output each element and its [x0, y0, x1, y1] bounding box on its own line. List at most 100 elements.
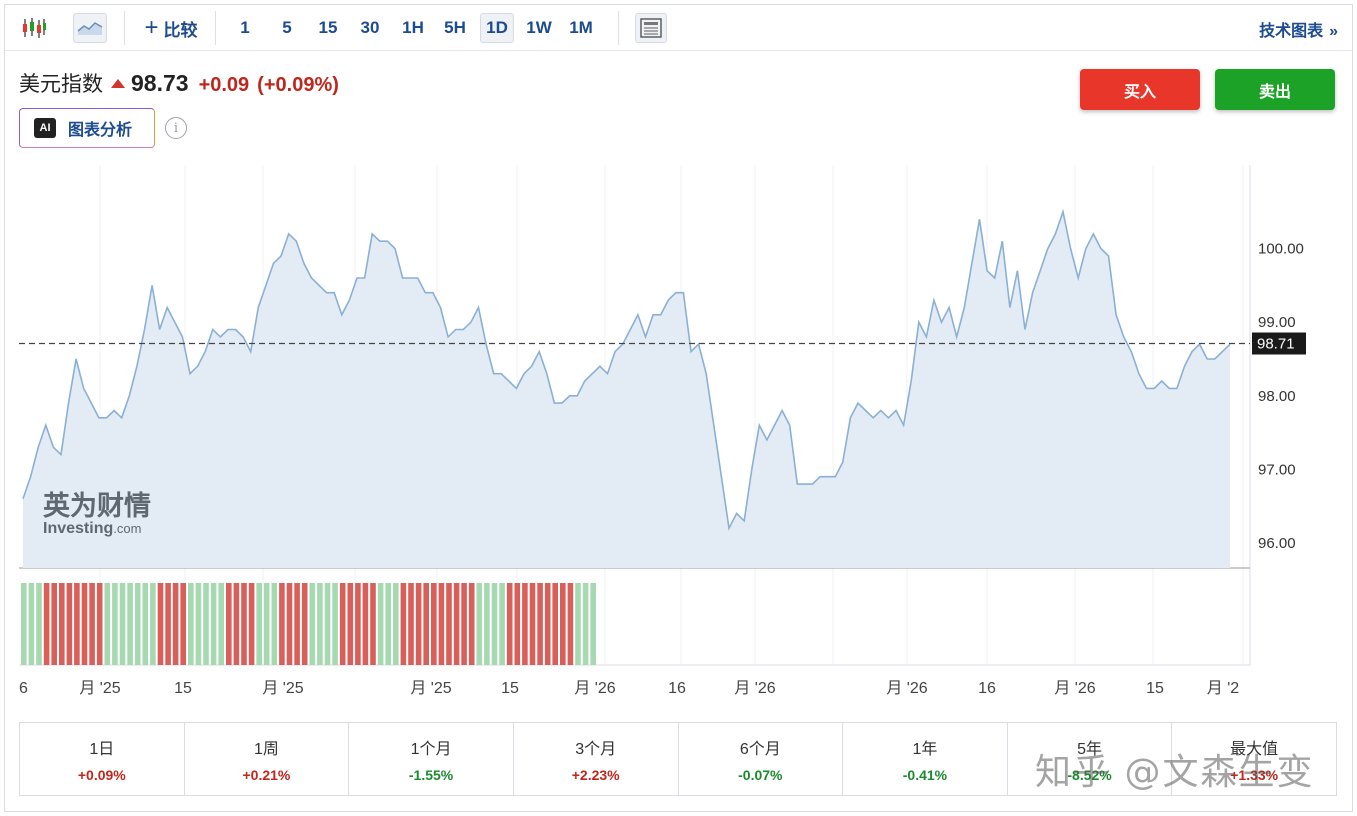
performance-value: +0.09%: [77, 767, 126, 783]
x-tick-label: 15: [174, 680, 192, 697]
performance-cell: 6个月 -0.07%: [679, 723, 844, 795]
candlestick-chart-icon[interactable]: [17, 13, 51, 43]
volume-bar: [180, 583, 186, 665]
x-tick-label: 月 '2: [1207, 680, 1240, 697]
volume-bar: [514, 583, 521, 665]
volume-bar: [415, 583, 422, 665]
performance-period: 6个月: [739, 741, 781, 758]
price-change: +0.09: [198, 74, 250, 96]
toolbar-divider: [215, 11, 216, 45]
compare-label: 比较: [163, 20, 198, 40]
ai-chart-analysis-button[interactable]: AI 图表分析: [19, 108, 155, 148]
performance-cell: 1个月 -1.55%: [349, 723, 514, 795]
x-tick-label: 15: [501, 680, 519, 697]
instrument-name: 美元指数: [19, 73, 103, 96]
news-layout-icon[interactable]: [635, 13, 667, 43]
volume-bar: [324, 583, 331, 665]
volume-bar: [317, 583, 323, 665]
quote-header: 美元指数 98.73 +0.09 (+0.09%): [19, 68, 339, 98]
volume-bar: [165, 583, 171, 665]
volume-bar: [112, 583, 118, 665]
volume-bar: [362, 583, 369, 665]
interval-5h[interactable]: 5H: [439, 13, 471, 43]
volume-bar: [271, 583, 278, 665]
x-tick-label: 16: [668, 680, 686, 697]
volume-bar: [150, 583, 156, 665]
volume-bar: [21, 583, 27, 665]
volume-bar: [332, 583, 338, 665]
interval-1d[interactable]: 1D: [480, 13, 514, 43]
interval-1m[interactable]: 1M: [565, 13, 597, 43]
x-tick-label: 6: [19, 680, 28, 697]
volume-bar: [218, 583, 224, 665]
performance-table: 1日 +0.09% 1周 +0.21% 1个月 -1.55% 3个月 +2.23% 6个月 -0.…: [19, 722, 1337, 796]
ai-chart-analysis-label: 图表分析: [68, 122, 133, 139]
volume-bar: [188, 583, 194, 665]
toolbar: + 比较 1 5 15 30 1H 5H 1D 1W 1M 技术图表 »: [5, 5, 1352, 51]
volume-bar: [248, 583, 255, 665]
volume-bar: [172, 583, 179, 665]
sell-button[interactable]: 卖出: [1215, 69, 1335, 110]
volume-bar: [408, 583, 414, 665]
performance-cell: 1年 -0.41%: [843, 723, 1008, 795]
volume-bar: [203, 583, 209, 665]
volume-bar: [385, 583, 391, 665]
volume-bar: [575, 583, 581, 665]
price-change-percent: (+0.09%): [257, 74, 339, 96]
performance-cell: 5年 -8.52%: [1008, 723, 1173, 795]
volume-bar: [51, 583, 57, 665]
tech-chart-link[interactable]: 技术图表 »: [1259, 17, 1338, 41]
interval-1[interactable]: 1: [233, 13, 257, 43]
x-tick-label: 15: [1146, 680, 1164, 697]
volume-bar: [370, 583, 376, 665]
x-tick-label: 月 '25: [79, 680, 120, 697]
volume-bar: [157, 583, 164, 665]
volume-bar: [339, 583, 346, 665]
investing-logo: 英为财情 Investing.com: [43, 491, 151, 537]
volume-bar: [256, 583, 262, 665]
buy-button[interactable]: 买入: [1080, 69, 1200, 110]
volume-bar: [96, 583, 103, 665]
y-tick-label: 96.00: [1258, 535, 1296, 552]
y-tick-label: 100.00: [1258, 241, 1304, 258]
toolbar-divider: [618, 11, 619, 45]
performance-period: 5年: [1077, 741, 1103, 758]
interval-1h[interactable]: 1H: [399, 13, 427, 43]
volume-bar: [127, 583, 133, 665]
interval-30[interactable]: 30: [355, 13, 385, 43]
volume-bar: [89, 583, 95, 665]
y-tick-label: 98.00: [1258, 388, 1296, 405]
volume-bar: [567, 583, 574, 665]
performance-value: +1.33%: [1230, 767, 1279, 783]
volume-bar: [400, 583, 407, 665]
compare-button[interactable]: + 比较: [137, 13, 205, 43]
info-icon[interactable]: i: [165, 117, 187, 139]
interval-15[interactable]: 15: [315, 13, 341, 43]
ai-icon: AI: [34, 118, 56, 138]
volume-bar: [241, 583, 247, 665]
volume-bar: [286, 583, 293, 665]
performance-value: -0.41%: [902, 767, 948, 783]
logo-cn: 英为财情: [43, 491, 151, 522]
volume-bar: [499, 583, 505, 665]
price-chart[interactable]: 100.00 99.00 98.00 97.00 96.00 6 月 '25 15 月 '25…: [5, 165, 1352, 705]
volume-bar: [552, 583, 558, 665]
volume-bar: [506, 583, 513, 665]
volume-bar: [309, 583, 316, 665]
x-tick-label: 月 '26: [574, 680, 615, 697]
performance-period: 1年: [912, 741, 938, 758]
price-area: [23, 211, 1230, 569]
volume-bar: [74, 583, 80, 665]
volume-bar: [301, 583, 308, 665]
volume-bar: [377, 583, 384, 665]
last-price: 98.73: [131, 70, 189, 96]
area-chart-icon[interactable]: [73, 13, 107, 43]
plus-icon: +: [144, 14, 159, 41]
interval-5[interactable]: 5: [275, 13, 299, 43]
volume-bar: [81, 583, 88, 665]
toolbar-divider: [124, 11, 125, 45]
interval-1w[interactable]: 1W: [523, 13, 555, 43]
performance-period: 最大值: [1230, 741, 1279, 758]
performance-value: -8.52%: [1067, 767, 1112, 783]
volume-bar: [226, 583, 232, 665]
